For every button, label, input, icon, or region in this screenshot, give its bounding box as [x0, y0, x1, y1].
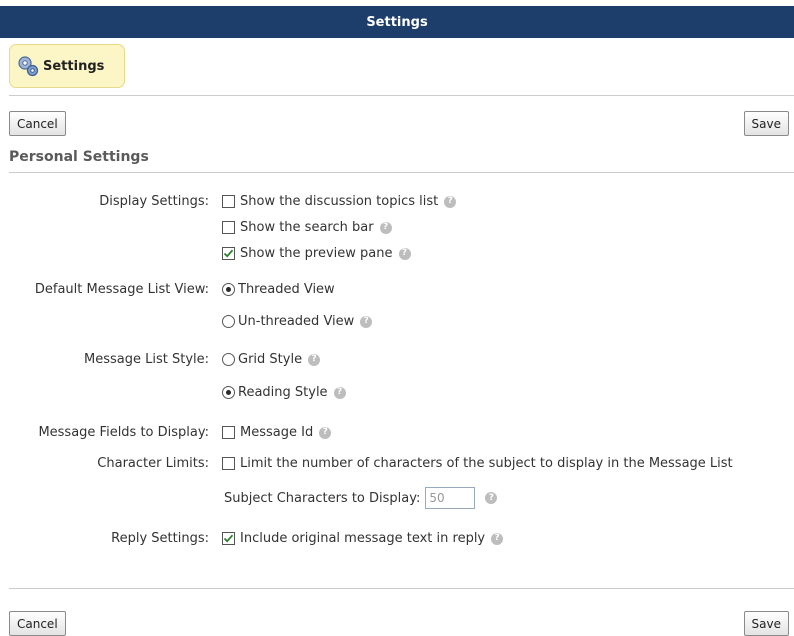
- help-icon[interactable]: ?: [485, 492, 498, 504]
- check-icon: [223, 534, 234, 543]
- window-title-bar: Settings: [0, 6, 794, 38]
- option-threaded-view[interactable]: Threaded View: [222, 282, 335, 297]
- cancel-button-top[interactable]: Cancel: [9, 111, 66, 136]
- help-icon[interactable]: ?: [398, 247, 411, 260]
- checkbox-checked[interactable]: [222, 532, 235, 545]
- tab-settings[interactable]: Settings: [9, 44, 125, 88]
- save-button-bottom[interactable]: Save: [743, 611, 789, 636]
- checkbox[interactable]: [222, 426, 235, 439]
- option-label: Message Id: [240, 425, 314, 440]
- divider-bottom: [9, 588, 794, 589]
- window-title: Settings: [366, 14, 428, 30]
- section-title: Personal Settings: [9, 149, 149, 165]
- checkbox[interactable]: [222, 221, 235, 234]
- option-label: Include original message text in reply: [240, 531, 486, 546]
- save-button-top[interactable]: Save: [743, 111, 789, 136]
- option-unthreaded-view[interactable]: Un-threaded View ?: [222, 314, 373, 329]
- help-icon[interactable]: ?: [491, 532, 504, 545]
- option-label: Reading Style: [238, 385, 328, 400]
- reply-settings-label: Reply Settings:: [111, 531, 209, 546]
- subject-characters-row: Subject Characters to Display: ?: [224, 487, 498, 509]
- divider-section: [9, 172, 794, 173]
- help-icon[interactable]: ?: [444, 195, 457, 208]
- radio-selected[interactable]: [222, 283, 235, 296]
- message-fields-label: Message Fields to Display:: [38, 425, 209, 440]
- checkbox[interactable]: [222, 195, 235, 208]
- option-show-search-bar[interactable]: Show the search bar ?: [222, 220, 392, 235]
- option-reading-style[interactable]: Reading Style ?: [222, 385, 346, 400]
- option-label: Limit the number of characters of the su…: [240, 456, 733, 471]
- subject-characters-input[interactable]: [425, 487, 476, 509]
- subject-characters-label: Subject Characters to Display:: [224, 490, 421, 506]
- option-include-original[interactable]: Include original message text in reply ?: [222, 531, 504, 546]
- help-icon[interactable]: ?: [360, 315, 373, 328]
- tab-label: Settings: [43, 58, 105, 74]
- cancel-button-bottom[interactable]: Cancel: [9, 611, 66, 636]
- option-label: Grid Style: [238, 352, 303, 367]
- gears-icon: [18, 56, 39, 77]
- option-grid-style[interactable]: Grid Style ?: [222, 352, 321, 367]
- message-list-view-label: Default Message List View:: [34, 282, 209, 297]
- radio[interactable]: [222, 353, 235, 366]
- option-label: Show the discussion topics list: [240, 194, 439, 209]
- help-icon[interactable]: ?: [379, 221, 392, 234]
- checkbox-checked[interactable]: [222, 247, 235, 260]
- check-icon: [223, 249, 234, 258]
- divider-top: [9, 95, 794, 96]
- help-icon[interactable]: ?: [333, 386, 346, 399]
- radio[interactable]: [222, 315, 235, 328]
- help-icon[interactable]: ?: [319, 426, 332, 439]
- option-label: Threaded View: [238, 282, 335, 297]
- option-show-topics[interactable]: Show the discussion topics list ?: [222, 194, 457, 209]
- help-icon[interactable]: ?: [308, 353, 321, 366]
- radio-selected[interactable]: [222, 386, 235, 399]
- character-limits-label: Character Limits:: [97, 456, 209, 471]
- option-show-preview-pane[interactable]: Show the preview pane ?: [222, 246, 411, 261]
- message-list-style-label: Message List Style:: [84, 352, 209, 367]
- option-limit-characters[interactable]: Limit the number of characters of the su…: [222, 456, 733, 471]
- option-label: Un-threaded View: [238, 314, 355, 329]
- option-label: Show the search bar: [240, 220, 374, 235]
- option-message-id[interactable]: Message Id ?: [222, 425, 332, 440]
- option-label: Show the preview pane: [240, 246, 393, 261]
- display-settings-label: Display Settings:: [99, 194, 209, 209]
- checkbox[interactable]: [222, 457, 235, 470]
